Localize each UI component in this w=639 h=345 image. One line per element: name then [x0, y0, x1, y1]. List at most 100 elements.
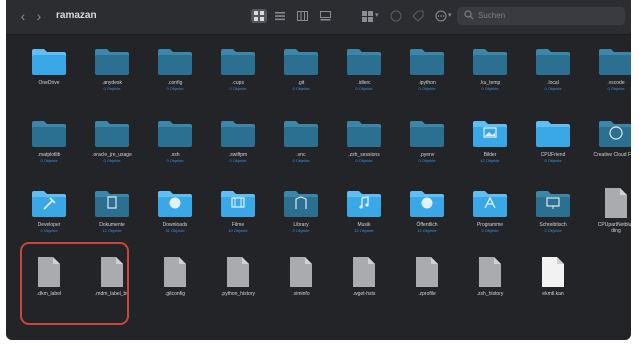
- folder-icon: [345, 185, 383, 219]
- folder-item[interactable]: Musik 12 Objekte: [333, 185, 395, 251]
- folder-icon: [282, 115, 320, 149]
- folder-item[interactable]: .vnc 0 Objekte: [270, 115, 332, 181]
- folder-icon: [534, 115, 572, 149]
- file-item[interactable]: .gitconfig: [144, 254, 206, 320]
- folder-icon: [30, 185, 68, 219]
- file-icon: [288, 254, 314, 288]
- folder-item[interactable]: Downloads 31 Objekte: [144, 185, 206, 251]
- item-count: 0 Objekte: [229, 86, 247, 91]
- folder-icon: [345, 115, 383, 149]
- chevron-right-icon[interactable]: ›: [32, 9, 46, 23]
- file-item[interactable]: CPUpartNetblue ding: [585, 185, 631, 251]
- gallery-view-icon[interactable]: [317, 9, 333, 23]
- item-count: 12 Objekte: [102, 228, 122, 233]
- toolbar: ‹ › ramazan ▾ ▾ Suchen: [6, 0, 631, 35]
- file-icon: [351, 254, 377, 288]
- folder-item[interactable]: CPUFriend 6 Objekte: [522, 115, 584, 181]
- item-count: 0 Objekte: [355, 158, 373, 163]
- window-title: ramazan: [56, 10, 97, 21]
- group-by-icon[interactable]: [360, 9, 374, 23]
- folder-item[interactable]: Öffentlich 12 Objekte: [396, 185, 458, 251]
- folder-item[interactable]: Schreibtisch 2 Objekte: [522, 185, 584, 251]
- chevron-down-icon[interactable]: ▾: [448, 11, 452, 19]
- item-name: OneDrive: [38, 80, 60, 86]
- folder-item[interactable]: .idlerc 0 Objekte: [333, 43, 395, 109]
- folder-item[interactable]: Creative Cloud Files: [585, 115, 631, 181]
- more-actions-icon[interactable]: [434, 9, 448, 23]
- folder-item[interactable]: .config 0 Objekte: [144, 43, 206, 109]
- folder-icon: [408, 43, 446, 77]
- item-count: 0 Objekte: [418, 86, 436, 91]
- folder-item[interactable]: .cups 0 Objekte: [207, 43, 269, 109]
- folder-item[interactable]: Filme 10 Objekte: [207, 185, 269, 251]
- folder-item[interactable]: Library 0 Objekte: [270, 185, 332, 251]
- library-icon: [295, 196, 307, 209]
- folder-icon: [408, 115, 446, 149]
- folder-item[interactable]: .local 0 Objekte: [522, 43, 584, 109]
- folder-item[interactable]: .matplotlib 0 Objekte: [18, 115, 80, 181]
- folder-item[interactable]: .anydesk 0 Objekte: [81, 43, 143, 109]
- download-icon: [169, 197, 181, 209]
- folder-icon: [597, 115, 631, 149]
- document-icon: [107, 196, 117, 209]
- film-icon: [231, 197, 245, 208]
- chevron-down-icon[interactable]: ▾: [375, 11, 379, 19]
- public-icon: [421, 197, 433, 209]
- folder-item[interactable]: .vscode 0 Objekte: [585, 43, 631, 109]
- folder-item[interactable]: .git 0 Objekte: [270, 43, 332, 109]
- folder-icon: [219, 185, 257, 219]
- file-item[interactable]: ekmtl.kan: [522, 254, 584, 320]
- folder-icon: [597, 43, 631, 77]
- folder-item[interactable]: .swiftpm 0 Objekte: [207, 115, 269, 181]
- file-item[interactable]: .zprofile: [396, 254, 458, 320]
- item-count: 0 Objekte: [40, 228, 58, 233]
- column-view-icon[interactable]: [294, 9, 310, 23]
- item-count: 0 Objekte: [544, 86, 562, 91]
- item-count: 12 Objekte: [354, 228, 374, 233]
- item-count: 0 Objekte: [292, 228, 310, 233]
- item-count: 0 Objekte: [355, 86, 373, 91]
- file-icon: [477, 254, 503, 288]
- folder-item[interactable]: Programme 2 Objekte: [459, 185, 521, 251]
- folder-item[interactable]: OneDrive: [18, 43, 80, 109]
- item-name: .viminfo: [292, 291, 310, 297]
- folder-item[interactable]: .ku_temp 0 Objekte: [459, 43, 521, 109]
- folder-icon: [534, 185, 572, 219]
- file-item[interactable]: .python_history: [207, 254, 269, 320]
- list-view-icon[interactable]: [272, 9, 288, 23]
- folder-item[interactable]: .zsh_sessions 0 Objekte: [333, 115, 395, 181]
- item-count: 6 Objekte: [544, 158, 562, 163]
- share-icon[interactable]: [389, 9, 403, 23]
- file-icon: [225, 254, 251, 288]
- folder-item[interactable]: .ssh 0 Objekte: [144, 115, 206, 181]
- folder-icon: [282, 185, 320, 219]
- folder-icon: [93, 43, 131, 77]
- item-count: 42 Objekte: [480, 158, 500, 163]
- search-field[interactable]: Suchen: [457, 7, 625, 25]
- icon-view-icon[interactable]: [251, 9, 267, 23]
- file-item[interactable]: .zsh_history: [459, 254, 521, 320]
- apps-icon: [484, 196, 496, 209]
- file-icon: [540, 254, 566, 288]
- item-name: .python_history: [221, 291, 255, 297]
- item-count: 10 Objekte: [228, 228, 248, 233]
- item-count: 0 Objekte: [481, 86, 499, 91]
- item-name: .wget-hsts: [352, 291, 376, 297]
- file-item[interactable]: .wget-hsts: [333, 254, 395, 320]
- chevron-left-icon[interactable]: ‹: [16, 9, 30, 23]
- file-icon: [414, 254, 440, 288]
- folder-item[interactable]: .ipython 0 Objekte: [396, 43, 458, 109]
- search-placeholder: Suchen: [478, 11, 506, 20]
- hammer-icon: [43, 197, 56, 210]
- folder-icon: [534, 43, 572, 77]
- tag-icon[interactable]: [411, 9, 425, 23]
- file-item[interactable]: .viminfo: [270, 254, 332, 320]
- folder-item[interactable]: .oracle_jre_usage 0 Objekte: [81, 115, 143, 181]
- folder-icon: [30, 43, 68, 77]
- item-name: ekmtl.kan: [542, 291, 564, 297]
- folder-item[interactable]: Bilder 42 Objekte: [459, 115, 521, 181]
- folder-icon: [93, 185, 131, 219]
- search-icon: [464, 10, 474, 20]
- folder-item[interactable]: .pyenv 0 Objekte: [396, 115, 458, 181]
- item-count: 0 Objekte: [292, 158, 310, 163]
